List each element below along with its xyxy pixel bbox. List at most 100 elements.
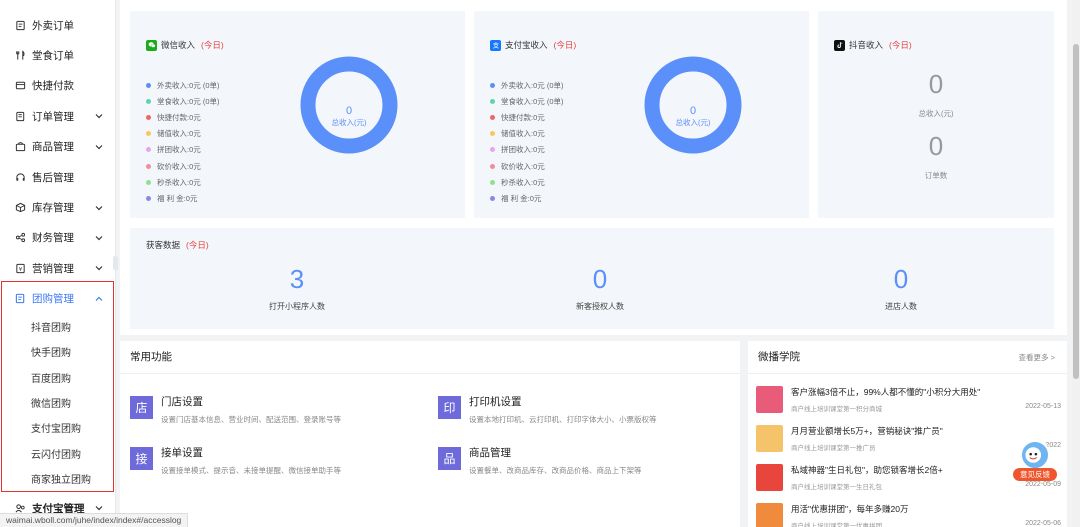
income-dashboard: 微信收入 (今日) 外卖收入: 0元 (0单) 堂食收入: 0元 (0单) 快捷付款… — [120, 0, 1067, 335]
wechat-legend-item: 秒杀收入: 0元 — [146, 174, 220, 190]
sidebar-item-3[interactable]: 订单管理 — [0, 101, 115, 131]
article-source: 商户线上培训课堂第一生日礼包 — [791, 484, 882, 491]
chevron-down-icon — [95, 506, 103, 511]
sidebar-item-label: 外卖订单 — [32, 19, 74, 32]
wechat-legend-item: 拼团收入: 0元 — [146, 142, 220, 158]
stat-new-authorizations: 0 新客授权人数 — [576, 264, 624, 311]
legend-dot — [490, 82, 495, 88]
legend-value: 0元 — [529, 193, 542, 203]
legend-label: 储值收入: — [501, 129, 534, 139]
alipay-icon: 支 — [490, 39, 501, 51]
alipay-total-value: 0 — [689, 105, 697, 117]
wechat-legend-item: 砍价收入: 0元 — [146, 158, 220, 174]
article-date: 2022-05-13 — [1025, 403, 1061, 410]
legend-dot — [490, 114, 495, 120]
sidebar-item-4[interactable]: 商品管理 — [0, 132, 115, 162]
sidebar-nav: 外卖订单堂食订单快捷付款订单管理商品管理售后管理 库存管理 财务管理 ¥ 营销管理 — [0, 10, 115, 284]
sidebar-item-6[interactable]: 库存管理 — [0, 192, 115, 222]
chevron-down-icon — [95, 114, 103, 119]
wechat-total-value: 0 — [345, 105, 353, 117]
legend-label: 快捷付款: — [501, 112, 534, 122]
legend-value: 0元 (0单) — [189, 80, 220, 90]
legend-label: 福 利 金: — [501, 193, 530, 203]
alipay-legend-item: 砍价收入: 0元 — [490, 158, 564, 174]
article-title: 私域神器"生日礼包"，助您锁客增长2倍+ — [791, 465, 943, 475]
sidebar-item-label: 商品管理 — [32, 141, 74, 154]
sidebar-item-1[interactable]: 堂食订单 — [0, 40, 115, 70]
legend-value: 0元 — [189, 112, 201, 122]
article-date: 2022-05-06 — [1025, 520, 1061, 527]
printer-settings-shortcut[interactable]: 印 打印机设置 设置本地打印机、云打印机、打印字体大小、小票版权等 — [438, 394, 657, 425]
page: { "sidebar": { "items": [ {"label": "外卖订… — [0, 0, 1080, 527]
stat-store-visits: 0 进店人数 — [885, 264, 917, 311]
page-scrollbar[interactable] — [1072, 0, 1080, 527]
article-thumbnail — [756, 425, 783, 452]
view-more-link[interactable]: 查看更多 > — [1019, 352, 1055, 363]
feedback-widget[interactable]: 意见反馈 — [1013, 440, 1057, 492]
alipay-donut-center: 0 总收入(元) — [643, 105, 743, 128]
chevron-down-icon — [95, 266, 103, 271]
legend-value: 0元 — [533, 161, 545, 171]
legend-label: 堂食收入: — [501, 96, 534, 106]
article-title: 用活"优惠拼团"，每年多赚20万 — [791, 504, 909, 514]
store-settings-shortcut[interactable]: 店 门店设置 设置门店基本信息、营业时间、配送范围、登录账号等 — [130, 394, 341, 425]
legend-label: 福 利 金: — [157, 193, 186, 203]
wechat-legend-item: 福 利 金: 0元 — [146, 190, 220, 206]
article-item[interactable]: 用活"优惠拼团"，每年多赚20万商户线上培训课堂第一优惠拼团 2022-05-06 — [756, 503, 1061, 527]
mascot-icon — [1020, 440, 1050, 470]
legend-dot — [490, 163, 495, 169]
wechat-icon — [146, 39, 157, 51]
chevron-down-icon — [95, 205, 103, 210]
article-source: 商户线上培训课堂第一积分商城 — [791, 406, 882, 413]
alipay-legend-item: 秒杀收入: 0元 — [490, 174, 564, 190]
legend-value: 0元 — [189, 129, 201, 139]
customer-data-title: 获客数据 (今日) — [146, 240, 209, 250]
stat-miniprogram-opens: 3 打开小程序人数 — [269, 264, 325, 311]
article-thumbnail — [756, 386, 783, 413]
article-source: 商户线上培训课堂第一优惠拼团 — [791, 523, 882, 527]
sidebar-item-7[interactable]: 财务管理 — [0, 223, 115, 253]
douyin-income-panel: 抖音收入 (今日) 0 总收入(元) 0 订单数 — [818, 11, 1054, 218]
legend-dot — [490, 179, 495, 185]
quick-pay-icon — [14, 80, 26, 92]
headset-icon — [14, 171, 26, 183]
weibo-school-card: 微播学院 查看更多 > 客户涨幅3倍不止，99%人都不懂的"小积分大用处" 商户线… — [748, 341, 1067, 527]
sidebar-item-8[interactable]: ¥ 营销管理 — [0, 253, 115, 283]
common-functions-title: 常用功能 — [120, 341, 740, 374]
wechat-legend-item: 快捷付款: 0元 — [146, 109, 220, 125]
sidebar-collapse-handle[interactable] — [113, 256, 118, 270]
douyin-total-value: 0 — [928, 69, 944, 99]
legend-dot — [146, 195, 151, 201]
alipay-legend-item: 拼团收入: 0元 — [490, 142, 564, 158]
sidebar-item-5[interactable]: 售后管理 — [0, 162, 115, 192]
legend-dot — [490, 147, 495, 153]
alipay-legend-item: 快捷付款: 0元 — [490, 109, 564, 125]
sidebar-item-label: 快捷付款 — [32, 80, 74, 93]
legend-value: 0元 — [533, 177, 545, 187]
article-item[interactable]: 客户涨幅3倍不止，99%人都不懂的"小积分大用处" 商户线上培训课堂第一积分商城 2… — [756, 386, 1061, 422]
legend-label: 快捷付款: — [157, 112, 190, 122]
legend-dot — [490, 195, 495, 201]
article-thumbnail — [756, 503, 783, 527]
receipt-icon — [14, 19, 26, 31]
order-icon — [14, 110, 26, 122]
legend-value: 0元 — [189, 145, 201, 155]
sidebar-item-0[interactable]: 外卖订单 — [0, 10, 115, 40]
legend-label: 砍价收入: — [157, 161, 190, 171]
legend-label: 秒杀收入: — [157, 177, 190, 187]
svg-text:¥: ¥ — [18, 267, 22, 273]
wechat-income-legend: 外卖收入: 0元 (0单) 堂食收入: 0元 (0单) 快捷付款: 0元 储值收入: … — [146, 77, 220, 207]
legend-dot — [146, 163, 151, 169]
chevron-down-icon — [95, 144, 103, 150]
legend-label: 拼团收入: — [501, 145, 534, 155]
order-receiving-settings-shortcut[interactable]: 接 接单设置 设置接单模式、提示音、未接单提醒、微信接单助手等 — [130, 445, 341, 476]
scrollbar-thumb[interactable] — [1073, 44, 1079, 379]
sidebar-item-label: 营销管理 — [32, 262, 74, 275]
legend-dot — [146, 114, 151, 120]
sidebar-item-2[interactable]: 快捷付款 — [0, 71, 115, 101]
alipay-income-legend: 外卖收入: 0元 (0单) 堂食收入: 0元 (0单) 快捷付款: 0元 储值收入: … — [490, 77, 564, 207]
customer-data-panel: 获客数据 (今日) 3 打开小程序人数 0 新客授权人数 0 进店人数 — [130, 228, 1054, 329]
goods-management-shortcut[interactable]: 品 商品管理 设置餐单、改商品库存、改商品价格、商品上下架等 — [438, 445, 642, 476]
wechat-income-title: 微信收入 (今日) — [146, 39, 224, 51]
legend-dot — [146, 131, 151, 137]
